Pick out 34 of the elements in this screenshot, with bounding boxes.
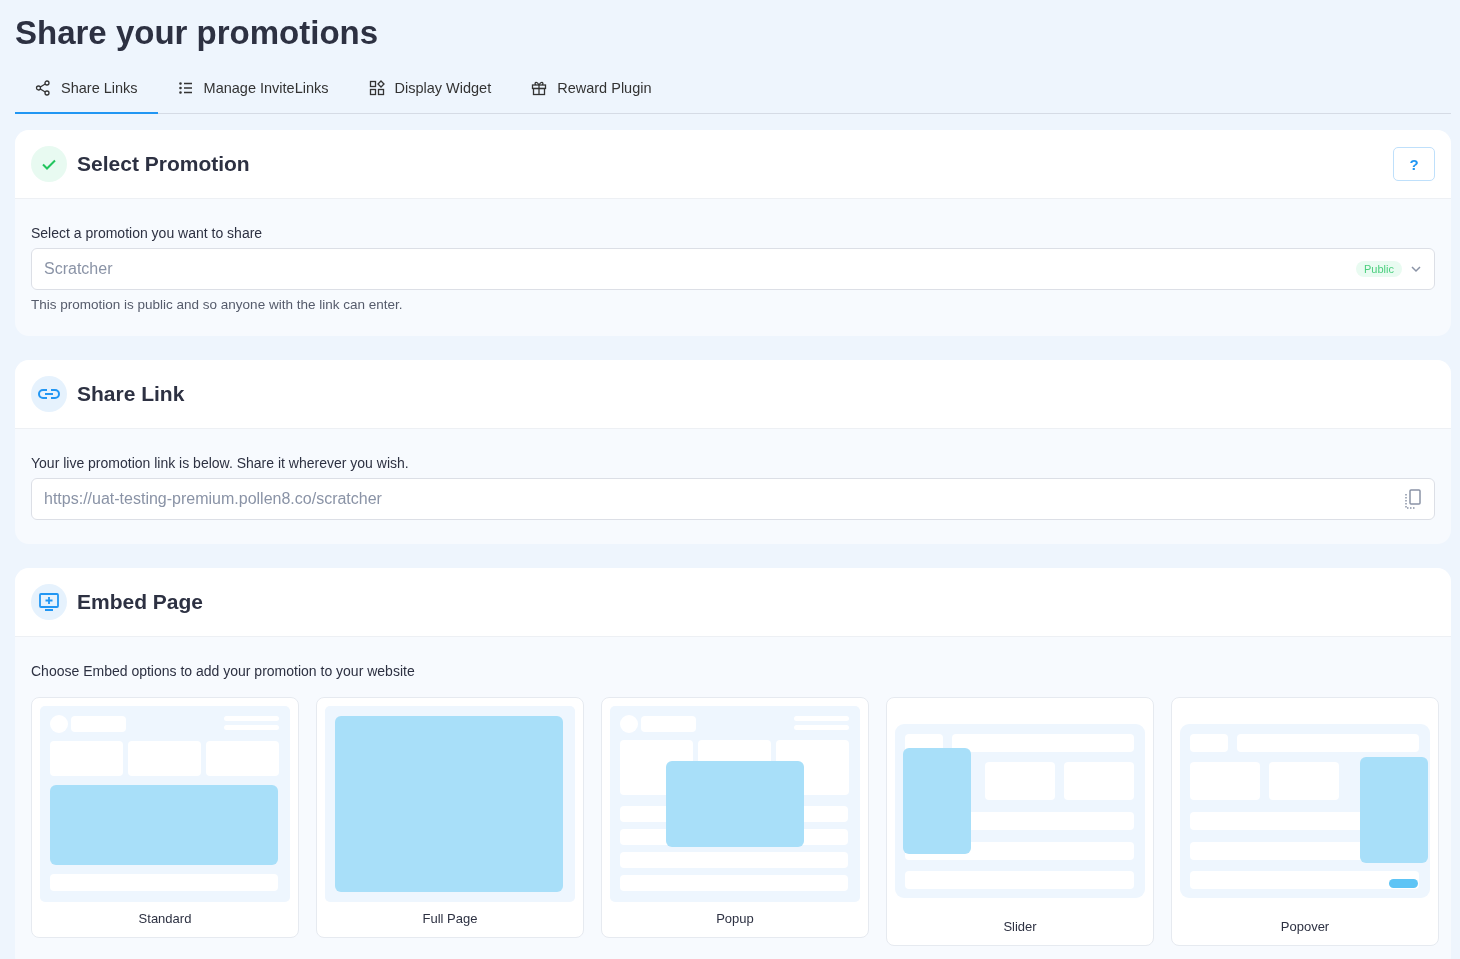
tab[interactable]: Display Widget [348,64,512,114]
option-label: Full Page [422,911,478,927]
status-badge: Public [1356,261,1402,277]
copy-icon[interactable] [1404,489,1422,509]
section-title: Embed Page [77,590,205,614]
field-label: Your live promotion link is below. Share it wherever you wish. [31,455,410,471]
section-title: Share Link [77,382,186,406]
tab[interactable]: Share Links [15,64,158,114]
tab[interactable]: Reward Plugin [511,64,672,114]
embed-option-card[interactable]: Slider [886,697,1154,946]
embed-option-card[interactable]: Full Page [316,697,584,938]
widget-grid-icon [368,80,385,96]
monitor-plus-icon [31,584,67,620]
share-icon [35,80,51,96]
section-title: Select Promotion [77,152,251,176]
option-label: Standard [138,911,192,927]
option-label: Popover [1280,919,1330,935]
list-icon [177,80,194,96]
selected-value: Scratcher [44,260,114,278]
option-label: Slider [1003,919,1037,935]
check-icon [31,146,67,182]
chevron-down-icon [1410,263,1422,275]
page-title: Share your promotions [15,13,380,53]
embed-option-card[interactable]: Popup [601,697,869,938]
link-icon [31,376,67,412]
section-description: Choose Embed options to add your promotion to your website [31,663,416,679]
link-value: https://uat-testing-premium.pollen8.co/scratcher [44,490,383,508]
hint-text: This promotion is public and so anyone with the link can enter. [31,297,404,312]
gift-icon [531,80,548,96]
embed-option-card[interactable]: Standard [31,697,299,938]
field-label: Select a promotion you want to share [31,225,264,241]
tab[interactable]: Manage InviteLinks [157,64,349,114]
embed-option-card[interactable]: Popover [1171,697,1439,946]
option-label: Popup [716,911,754,927]
